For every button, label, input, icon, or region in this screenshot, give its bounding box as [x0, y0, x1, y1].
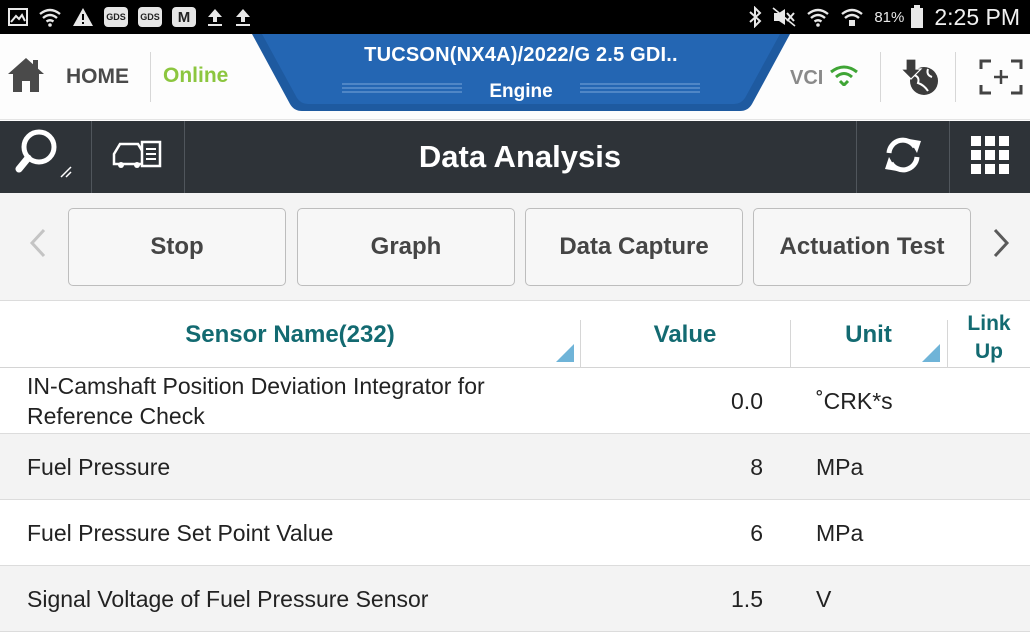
mute-icon — [772, 7, 796, 27]
column-header-sensor-name[interactable]: Sensor Name(232) — [0, 302, 580, 368]
column-header-link-up[interactable]: Link Up — [948, 310, 1030, 366]
sensor-value-cell: 6 — [750, 519, 763, 546]
sensor-name-cell: Fuel Pressure Set Point Value — [27, 520, 334, 546]
gallery-icon — [8, 7, 28, 27]
connection-status: Online — [163, 64, 229, 87]
vci-signal-icon — [829, 64, 859, 92]
actuation-test-button[interactable]: Actuation Test — [753, 208, 971, 286]
sensor-unit-cell: MPa — [816, 453, 864, 480]
function-button-bar: Stop Graph Data Capture Actuation Test — [0, 193, 1030, 301]
sensor-value-cell: 0.0 — [731, 387, 763, 414]
gds-icon: GDS — [104, 7, 128, 27]
graph-button[interactable]: Graph — [297, 208, 515, 286]
table-row[interactable]: Fuel Pressure Set Point Value 6 MPa — [0, 500, 1030, 566]
gds-m-icon: M — [172, 7, 196, 27]
sensor-name-cell: IN-Camshaft Position Deviation Integrato… — [27, 373, 485, 429]
system-icons: 81% 2:25 PM — [748, 0, 1020, 34]
vehicle-system: Engine — [489, 81, 553, 102]
battery-percent: 81% — [874, 8, 905, 26]
table-row[interactable]: IN-Camshaft Position Deviation Integrato… — [0, 368, 1030, 434]
header-divider — [150, 52, 151, 102]
vehicle-document-button[interactable] — [92, 121, 184, 193]
column-header-value-label: Value — [653, 321, 717, 348]
warning-icon — [72, 7, 94, 27]
wifi-icon — [38, 7, 62, 27]
grid-menu-button[interactable] — [950, 121, 1030, 193]
gds-icon: GDS — [138, 7, 162, 27]
vehicle-document-icon — [112, 138, 164, 177]
table-row[interactable]: Fuel Pressure 8 MPa — [0, 434, 1030, 500]
sensor-name-cell: Fuel Pressure — [27, 454, 171, 480]
link-up-label-line2: Up — [975, 340, 1003, 363]
app-header: HOME Online TUCSON(NX4A)/2022/G 2.5 GDI.… — [0, 34, 1030, 120]
column-header-sensor-name-label: Sensor Name(232) — [185, 321, 395, 348]
home-button[interactable]: HOME — [0, 34, 150, 120]
upload-icon — [234, 7, 252, 27]
vehicle-name: TUCSON(NX4A)/2022/G 2.5 GDI.. — [364, 44, 678, 66]
link-up-label-line1: Link — [967, 312, 1011, 335]
toolbar: Data Analysis — [0, 121, 1030, 193]
screen-capture-icon[interactable] — [977, 54, 1025, 100]
download-globe-icon[interactable] — [896, 54, 944, 100]
grid-menu-icon — [970, 135, 1010, 180]
table-row[interactable]: Signal Voltage of Fuel Pressure Sensor 1… — [0, 566, 1030, 632]
bluetooth-icon — [748, 6, 762, 28]
sort-indicator-icon — [556, 344, 574, 362]
refresh-icon — [881, 135, 925, 180]
column-header-value[interactable]: Value — [580, 302, 790, 368]
notification-icons: GDS GDS M — [8, 4, 252, 30]
vehicle-info-tab[interactable]: TUCSON(NX4A)/2022/G 2.5 GDI.. Engine — [252, 34, 790, 112]
header-divider — [880, 52, 881, 102]
android-status-bar: GDS GDS M 81% 2:25 PM — [0, 0, 1030, 34]
battery-icon — [910, 5, 924, 29]
upload-icon — [206, 7, 224, 27]
search-button[interactable] — [0, 121, 91, 193]
wifi-calling-icon — [840, 7, 864, 27]
search-icon — [15, 127, 77, 188]
clock: 2:25 PM — [934, 3, 1020, 30]
sensor-unit-cell: ˚CRK*s — [816, 387, 893, 414]
sensor-value-cell: 1.5 — [731, 585, 763, 612]
home-label: HOME — [66, 65, 129, 88]
page-title: Data Analysis — [418, 139, 622, 174]
sensor-value-cell: 8 — [750, 453, 763, 480]
chevron-right-icon[interactable] — [986, 223, 1016, 263]
sensor-unit-cell: MPa — [816, 519, 864, 546]
stop-button[interactable]: Stop — [68, 208, 286, 286]
sensor-unit-cell: V — [816, 585, 832, 612]
refresh-button[interactable] — [857, 121, 949, 193]
sort-indicator-icon — [922, 344, 940, 362]
table-header: Sensor Name(232) Value Unit Link Up — [0, 302, 1030, 368]
data-capture-button[interactable]: Data Capture — [525, 208, 743, 286]
vci-label: VCI — [790, 66, 824, 89]
header-divider — [955, 52, 956, 102]
sensor-name-cell: Signal Voltage of Fuel Pressure Sensor — [27, 586, 429, 612]
home-icon — [6, 56, 46, 99]
chevron-left-icon[interactable] — [23, 223, 53, 263]
column-header-unit-label: Unit — [845, 321, 892, 348]
vci-status[interactable]: VCI — [790, 64, 859, 92]
wifi-icon — [806, 7, 830, 27]
